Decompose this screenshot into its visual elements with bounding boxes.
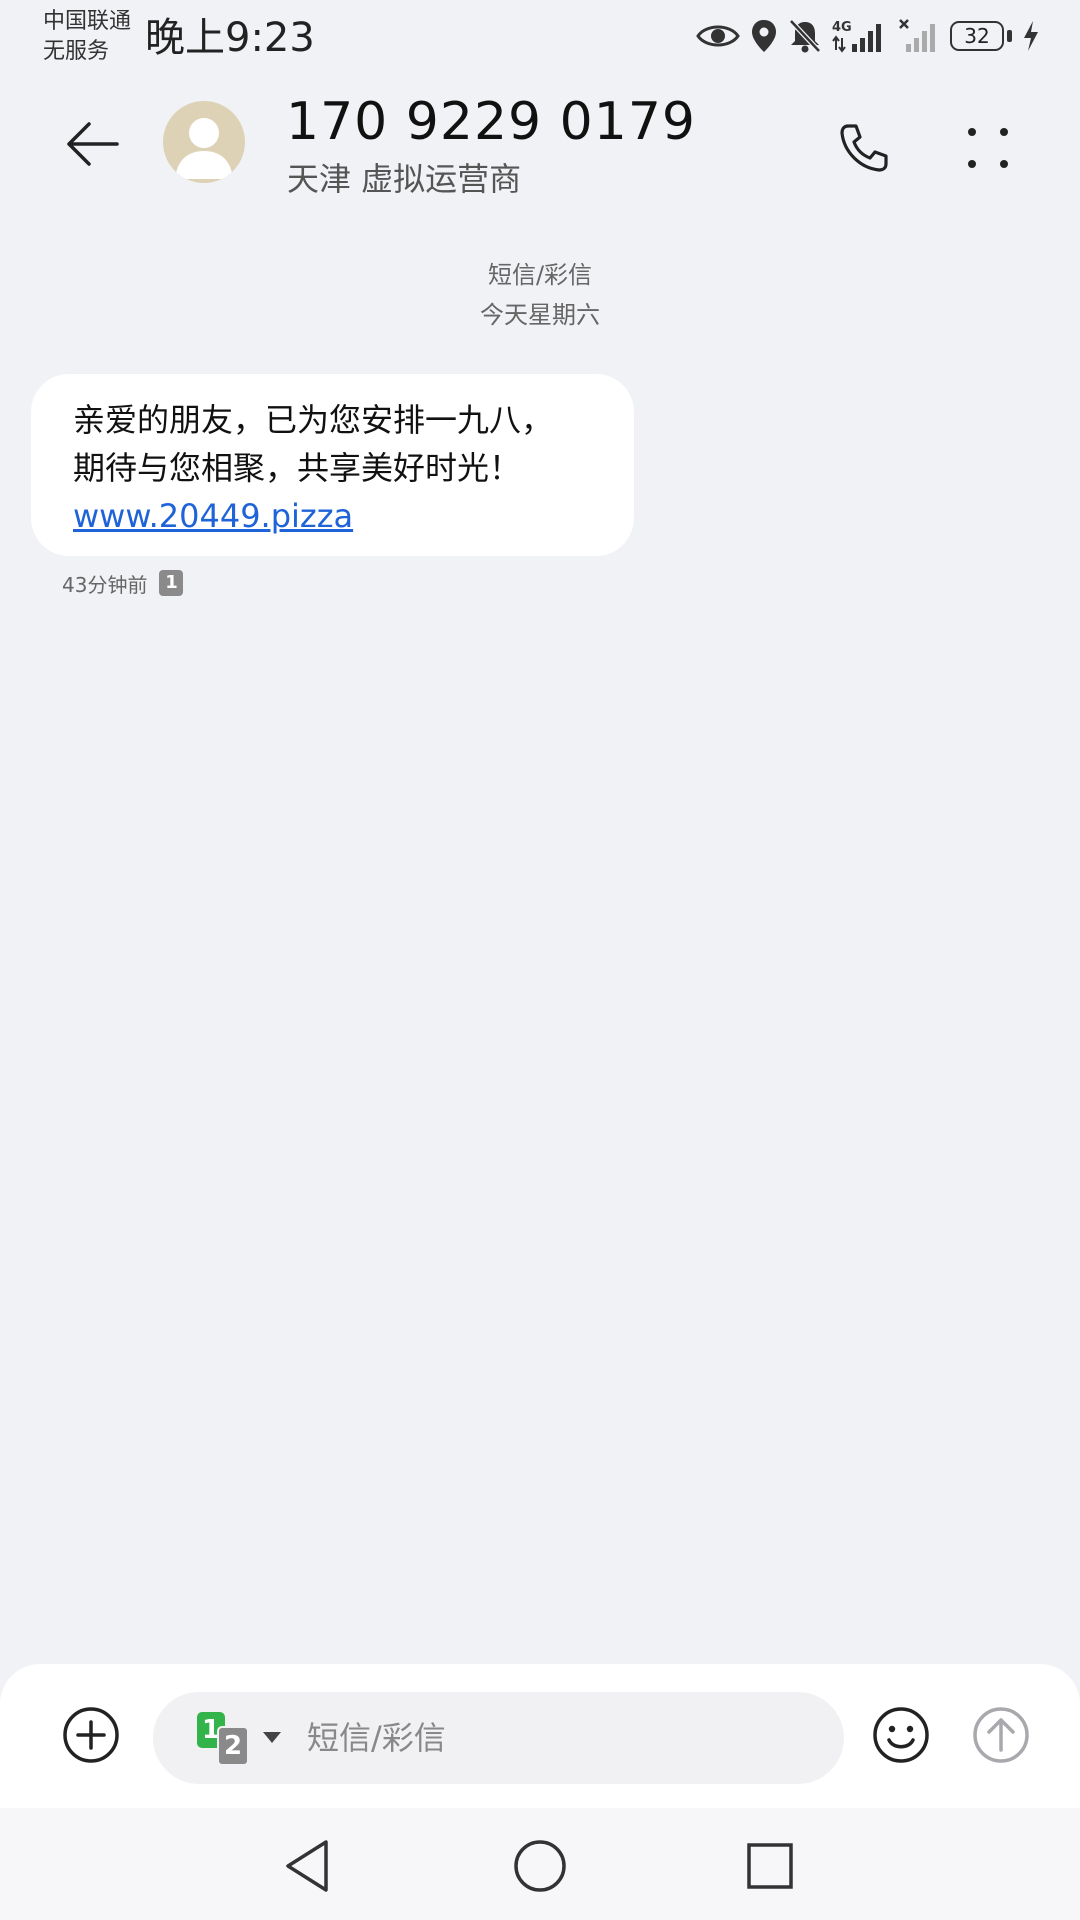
signal-no-service-icon [899, 19, 935, 52]
send-arrow-icon [973, 1707, 1029, 1763]
battery-level: 32 [964, 24, 990, 48]
contact-avatar[interactable] [163, 101, 245, 183]
emoji-button[interactable] [866, 1700, 936, 1770]
status-time: 晚上9:23 [145, 15, 315, 61]
nav-recents-square-icon [747, 1843, 793, 1889]
message-link[interactable]: www.20449.pizza [73, 492, 604, 540]
signal-4g-icon: 4G [832, 20, 881, 53]
conversation-header: 170 9229 0179 天津 虚拟运营商 [0, 76, 1080, 216]
contact-location: 天津 虚拟运营商 [287, 160, 522, 198]
message-time: 43分钟前 [62, 572, 148, 597]
message-input[interactable] [307, 1692, 807, 1784]
contact-number: 170 9229 0179 [286, 92, 696, 152]
back-arrow-icon [67, 122, 119, 166]
message-text-line: 亲爱的朋友，已为您安排一九八， [73, 401, 554, 439]
battery-icon: 32 [950, 19, 1012, 53]
status-bar: 中国联通 无服务 晚上9:23 4G 32 [0, 0, 1080, 76]
carrier-info: 中国联通 无服务 [43, 7, 131, 67]
nav-back-button[interactable] [278, 1836, 338, 1896]
add-circle-icon [63, 1707, 119, 1763]
message-text-line: 期待与您相聚，共享美好时光！ [73, 449, 522, 487]
add-attachment-button[interactable] [56, 1700, 126, 1770]
status-icons: 4G 32 [696, 14, 1040, 58]
carrier-name: 中国联通 [43, 9, 132, 34]
sim2-badge: 2 [217, 1726, 249, 1766]
call-button[interactable] [826, 110, 902, 186]
message-bubble[interactable]: 亲爱的朋友，已为您安排一九八， 期待与您相聚，共享美好时光！ www.20449… [31, 374, 634, 556]
svg-text:4G: 4G [832, 20, 852, 35]
eye-icon [696, 25, 740, 47]
system-navigation-bar [0, 1808, 1080, 1920]
back-button[interactable] [54, 106, 130, 182]
date-separator: 今天星期六 [480, 301, 600, 329]
sim-slot-badge: 1 [159, 570, 184, 596]
carrier-service-status: 无服务 [43, 39, 110, 64]
message-input-container: 1 2 [153, 1692, 844, 1784]
more-options-button[interactable] [950, 110, 1026, 186]
nav-home-button[interactable] [510, 1836, 570, 1896]
charging-icon [1024, 21, 1038, 51]
nav-home-circle-icon [514, 1840, 566, 1892]
emoji-icon [873, 1707, 929, 1763]
nav-back-triangle-icon [286, 1840, 328, 1892]
more-dots-icon [968, 128, 1008, 168]
message-composer: 1 2 [0, 1664, 1080, 1808]
location-icon [752, 20, 776, 52]
phone-icon [840, 124, 888, 172]
chevron-down-icon [263, 1732, 281, 1743]
bell-off-icon [789, 19, 821, 53]
message-meta: 43分钟前 1 [62, 568, 184, 598]
sim-switch-icon[interactable]: 1 2 [197, 1712, 287, 1766]
send-button[interactable] [966, 1700, 1036, 1770]
message-type-label: 短信/彩信 [487, 261, 593, 289]
avatar-person-icon [175, 118, 233, 179]
nav-recents-button[interactable] [740, 1836, 800, 1896]
